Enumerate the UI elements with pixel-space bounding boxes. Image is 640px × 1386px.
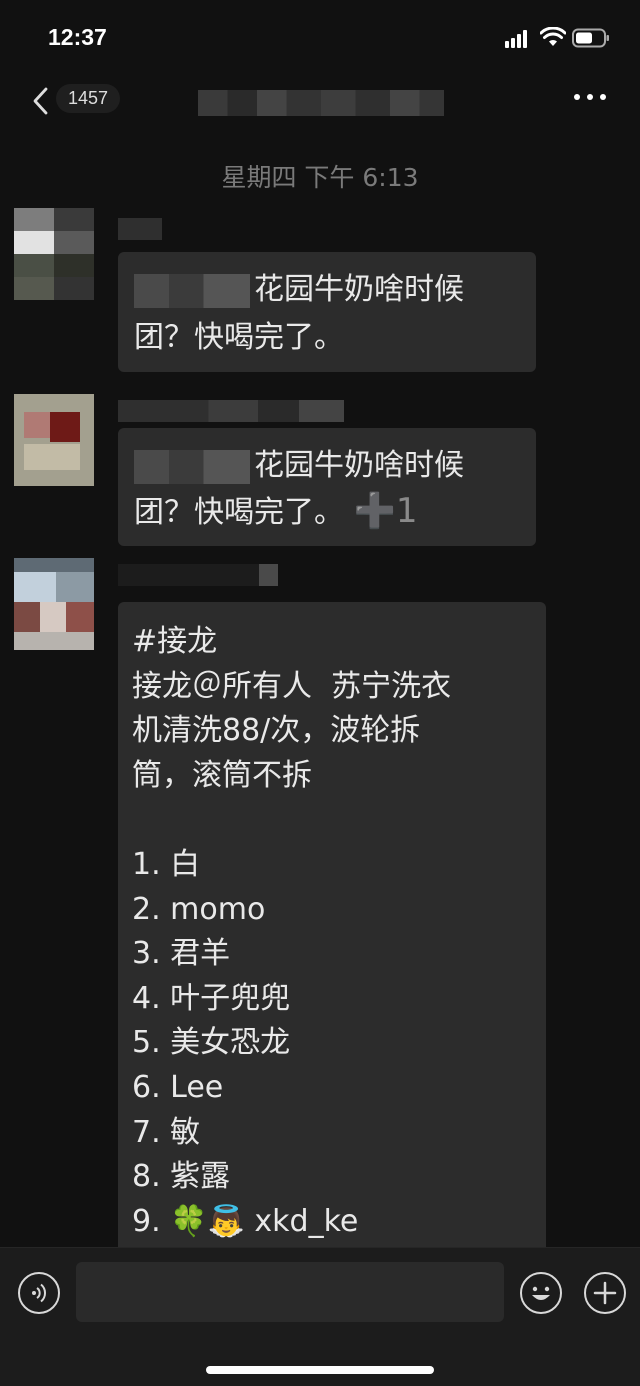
wifi-icon	[540, 27, 566, 46]
message-text: 花园牛奶啥时候	[254, 448, 464, 483]
redacted-text	[134, 449, 250, 484]
sender-name-redacted	[118, 400, 344, 422]
message-text: 团？快喝完了。	[134, 320, 344, 355]
chat-title-redacted	[198, 90, 444, 116]
more-dots-icon[interactable]	[574, 94, 608, 104]
sender-name-redacted	[118, 564, 278, 586]
status-time: 12:37	[48, 24, 107, 50]
emoji-icon[interactable]	[520, 1272, 562, 1314]
sender-name-redacted	[118, 218, 162, 240]
message-bubble[interactable]: 花园牛奶啥时候 团？快喝完了。	[118, 252, 536, 372]
signal-icon	[505, 30, 531, 48]
input-bar	[0, 1247, 640, 1386]
home-indicator	[206, 1366, 434, 1374]
chat-header: 1457	[0, 78, 640, 130]
message-input[interactable]	[76, 1262, 504, 1322]
chevron-left-icon[interactable]	[30, 86, 52, 116]
message-text: #接龙 接龙＠所有人 苏宁洗衣 机清洗88/次，波轮拆 筒，滚筒不拆 1. 白 …	[132, 624, 452, 1239]
avatar[interactable]	[14, 208, 94, 300]
message-text: 团？快喝完了。	[134, 495, 344, 530]
voice-icon[interactable]	[18, 1272, 60, 1314]
avatar[interactable]	[14, 394, 94, 486]
plus-icon[interactable]	[584, 1272, 626, 1314]
chat-timestamp: 星期四 下午 6:13	[221, 163, 419, 192]
battery-icon	[572, 28, 609, 48]
avatar[interactable]	[14, 558, 94, 650]
message-bubble[interactable]: #接龙 接龙＠所有人 苏宁洗衣 机清洗88/次，波轮拆 筒，滚筒不拆 1. 白 …	[118, 602, 546, 1262]
plus-one-text: ➕1	[353, 491, 418, 531]
redacted-text	[134, 273, 250, 308]
message-bubble[interactable]: 花园牛奶啥时候 团？快喝完了。 ➕1	[118, 428, 536, 546]
status-bar: 12:37	[0, 0, 640, 78]
message-text: 花园牛奶啥时候	[254, 272, 464, 307]
unread-count-badge[interactable]: 1457	[56, 84, 121, 113]
